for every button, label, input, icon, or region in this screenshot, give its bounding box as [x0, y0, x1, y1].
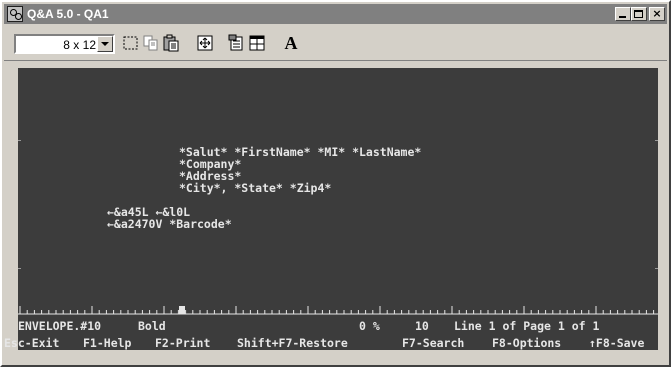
status-bar: ENVELOPE.#10 Bold 0 % 10 Line 1 of Page … [18, 319, 658, 333]
close-icon: × [652, 7, 662, 20]
fkey-f8-options[interactable]: F8-Options [492, 336, 561, 350]
fkey-f1-help[interactable]: F1-Help [83, 336, 131, 350]
ruler-cursor [179, 306, 185, 314]
document-line[interactable]: *City*, *State* *Zip4* [179, 182, 331, 194]
maximize-button[interactable] [631, 7, 647, 21]
fkey-esc-exit[interactable]: Esc-Exit [4, 336, 59, 350]
document-editor[interactable]: *Salut* *FirstName* *MI* *LastName* *Com… [4, 68, 658, 350]
copy-icon[interactable] [140, 32, 162, 54]
paste-icon[interactable] [160, 32, 182, 54]
maximize-icon [634, 10, 643, 18]
function-key-bar: Esc-Exit F1-Help F2-Print Shift+F7-Resto… [4, 336, 658, 350]
status-style: Bold [138, 319, 166, 333]
fkey-f2-print[interactable]: F2-Print [155, 336, 210, 350]
chevron-down-icon[interactable] [97, 36, 113, 52]
title-bar[interactable]: Q&A 5.0 - QA1 × [4, 4, 667, 24]
fullscreen-icon[interactable] [194, 32, 216, 54]
app-icon[interactable] [7, 6, 23, 22]
minimize-button[interactable] [615, 7, 631, 21]
status-filename: ENVELOPE.#10 [18, 319, 102, 333]
ruler[interactable] [18, 304, 658, 316]
status-column: 10 [415, 319, 429, 333]
status-percent: 0 % [359, 319, 380, 333]
margin-tick-left [18, 140, 21, 141]
margin-tick-left [18, 268, 21, 269]
fkey-shift-f7-restore[interactable]: Shift+F7-Restore [237, 336, 348, 350]
font-icon[interactable]: A [280, 32, 302, 54]
font-size-value: 8 x 12 [63, 38, 96, 52]
status-position: Line 1 of Page 1 of 1 [454, 319, 600, 333]
toolbar: 8 x 12 A [4, 26, 667, 60]
font-size-select[interactable]: 8 x 12 [14, 34, 115, 54]
window-icon[interactable] [246, 32, 268, 54]
window-title: Q&A 5.0 - QA1 [27, 7, 109, 21]
minimize-icon [619, 16, 626, 18]
fkey-shift-f8-save[interactable]: ↑F8-Save [589, 336, 644, 350]
fkey-f7-search[interactable]: F7-Search [402, 336, 464, 350]
select-icon[interactable] [120, 32, 142, 54]
margin-tick-right [655, 268, 658, 269]
properties-icon[interactable] [226, 32, 248, 54]
margin-tick-right [655, 140, 658, 141]
app-window: Q&A 5.0 - QA1 × 8 x 12 A *Salut* *FirstN… [0, 0, 671, 367]
document-line[interactable]: ←&a2470V *Barcode* [107, 218, 232, 230]
close-button[interactable]: × [649, 7, 665, 21]
